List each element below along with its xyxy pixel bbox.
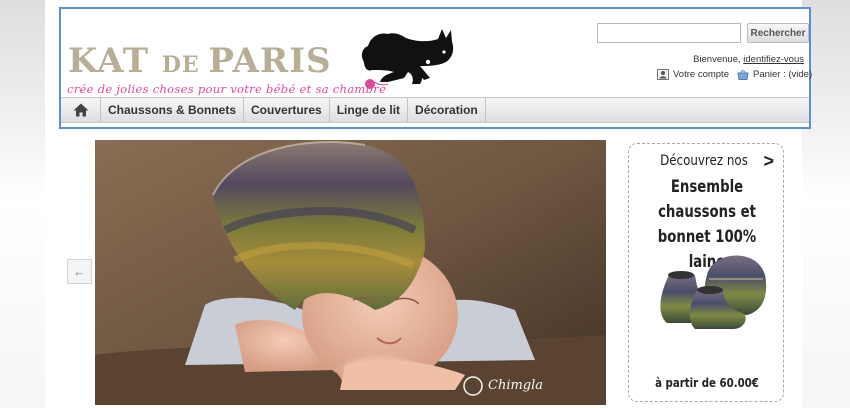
home-icon <box>73 103 88 117</box>
welcome-line: Bienvenue, identifiez-vous <box>693 54 804 65</box>
login-link[interactable]: identifiez-vous <box>743 54 804 65</box>
site-logo[interactable]: KAT DE PARIS crée de jolies choses pour … <box>66 26 456 106</box>
promo-chevron-icon: > <box>763 151 774 171</box>
search-input[interactable] <box>597 23 741 43</box>
site-header: KAT DE PARIS crée de jolies choses pour … <box>59 7 812 129</box>
logo-title: KAT DE PARIS <box>68 41 332 81</box>
main-navigation: Chaussons & Bonnets Couvertures Linge de… <box>61 97 809 123</box>
user-card-icon <box>657 69 669 80</box>
logo-name-paris: PARIS <box>208 41 332 81</box>
account-label: Votre compte <box>673 69 729 80</box>
cart-label: Panier : (vide) <box>753 69 813 80</box>
shopping-bag-icon <box>737 70 749 80</box>
wool-booties-image <box>660 255 767 329</box>
baby-photo: Chimgla <box>95 140 606 405</box>
hero-slider[interactable]: Chimgla <box>95 140 606 405</box>
logo-tagline: crée de jolies choses pour votre bébé et… <box>67 82 387 96</box>
logo-name-de: DE <box>161 52 209 78</box>
promo-discover: Découvrez nos <box>660 153 748 169</box>
nav-home[interactable] <box>61 98 101 122</box>
search-button[interactable]: Rechercher <box>747 23 809 43</box>
welcome-text: Bienvenue, <box>693 54 744 65</box>
logo-name-kat: KAT <box>68 41 162 81</box>
nav-item-chaussons-bonnets[interactable]: Chaussons & Bonnets <box>101 98 245 122</box>
promo-price: à partir de 60.00€ <box>655 376 759 390</box>
nav-item-couvertures[interactable]: Couvertures <box>244 98 330 122</box>
account-link[interactable]: Votre compte <box>657 69 729 80</box>
promo-card[interactable]: Découvrez nos > Ensemble chaussons et bo… <box>628 143 784 402</box>
nav-item-decoration[interactable]: Décoration <box>408 98 486 122</box>
black-cat-icon <box>361 29 454 89</box>
nav-item-linge-de-lit[interactable]: Linge de lit <box>330 98 409 122</box>
promo-title-line1: Ensemble chaussons et <box>658 177 756 222</box>
photo-watermark: Chimgla <box>488 378 543 393</box>
cart-link[interactable]: Panier : (vide) <box>737 69 812 80</box>
slider-prev-button[interactable]: ← <box>67 259 92 284</box>
